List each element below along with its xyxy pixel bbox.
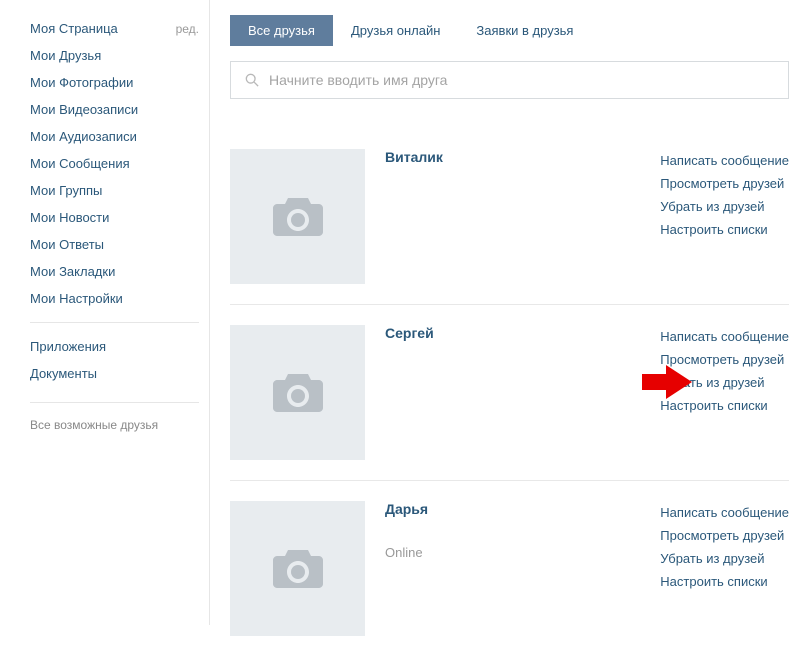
camera-icon [272, 196, 324, 238]
sidebar-item-label: Моя Страница [30, 21, 118, 36]
search-box [230, 61, 789, 99]
sidebar-item-label: Мои Видеозаписи [30, 102, 138, 117]
action-view-friends[interactable]: Просмотреть друзей [660, 524, 789, 547]
sidebar-item-my-messages[interactable]: Мои Сообщения [30, 150, 199, 177]
friend-row: Сергей Написать сообщение Просмотреть др… [230, 304, 789, 480]
friend-name[interactable]: Виталик [385, 149, 535, 165]
sidebar-item-my-photos[interactable]: Мои Фотографии [30, 69, 199, 96]
sidebar-item-label: Мои Закладки [30, 264, 115, 279]
search-icon [245, 73, 259, 87]
sidebar-item-documents[interactable]: Документы [30, 360, 199, 387]
sidebar-item-label: Мои Аудиозаписи [30, 129, 137, 144]
sidebar-item-label: Мои Настройки [30, 291, 123, 306]
sidebar-edit-link[interactable]: ред. [176, 22, 199, 36]
friend-name[interactable]: Сергей [385, 325, 535, 341]
sidebar-item-my-news[interactable]: Мои Новости [30, 204, 199, 231]
sidebar-item-label: Приложения [30, 339, 106, 354]
sidebar-item-label: Мои Новости [30, 210, 109, 225]
action-write-message[interactable]: Написать сообщение [660, 501, 789, 524]
action-remove-friend[interactable]: Убрать из друзей [660, 195, 789, 218]
action-write-message[interactable]: Написать сообщение [660, 149, 789, 172]
camera-icon [272, 372, 324, 414]
sidebar-item-label: Мои Ответы [30, 237, 104, 252]
sidebar-item-label: Документы [30, 366, 97, 381]
sidebar-item-label: Мои Фотографии [30, 75, 133, 90]
sidebar-item-my-settings[interactable]: Мои Настройки [30, 285, 199, 312]
tab-friend-requests[interactable]: Заявки в друзья [458, 15, 591, 46]
action-view-friends[interactable]: Просмотреть друзей [660, 172, 789, 195]
avatar[interactable] [230, 325, 365, 460]
tab-friends-online[interactable]: Друзья онлайн [333, 15, 458, 46]
sidebar-item-my-videos[interactable]: Мои Видеозаписи [30, 96, 199, 123]
sidebar-item-label: Мои Друзья [30, 48, 101, 63]
tab-all-friends[interactable]: Все друзья [230, 15, 333, 46]
friends-list: Виталик Написать сообщение Просмотреть д… [230, 129, 789, 656]
sidebar-item-my-audio[interactable]: Мои Аудиозаписи [30, 123, 199, 150]
avatar[interactable] [230, 501, 365, 636]
avatar[interactable] [230, 149, 365, 284]
sidebar-item-my-friends[interactable]: Мои Друзья [30, 42, 199, 69]
action-remove-friend[interactable]: Убрать из друзей [660, 547, 789, 570]
tabs: Все друзья Друзья онлайн Заявки в друзья [230, 15, 789, 46]
sidebar-possible-friends[interactable]: Все возможные друзья [30, 402, 199, 447]
sidebar-item-label: Мои Группы [30, 183, 102, 198]
action-configure-lists[interactable]: Настроить списки [660, 218, 789, 241]
sidebar-item-my-groups[interactable]: Мои Группы [30, 177, 199, 204]
action-configure-lists[interactable]: Настроить списки [660, 570, 789, 593]
sidebar-item-my-page[interactable]: Моя Страница ред. [30, 15, 199, 42]
friend-row: Дарья Online Написать сообщение Просмотр… [230, 480, 789, 656]
sidebar-item-my-answers[interactable]: Мои Ответы [30, 231, 199, 258]
friend-online-status: Online [385, 545, 535, 560]
sidebar-item-label: Мои Сообщения [30, 156, 130, 171]
search-input[interactable] [269, 72, 774, 88]
sidebar-item-my-bookmarks[interactable]: Мои Закладки [30, 258, 199, 285]
friend-row: Виталик Написать сообщение Просмотреть д… [230, 129, 789, 304]
action-write-message[interactable]: Написать сообщение [660, 325, 789, 348]
camera-icon [272, 548, 324, 590]
friend-name[interactable]: Дарья [385, 501, 535, 517]
sidebar-item-apps[interactable]: Приложения [30, 333, 199, 360]
